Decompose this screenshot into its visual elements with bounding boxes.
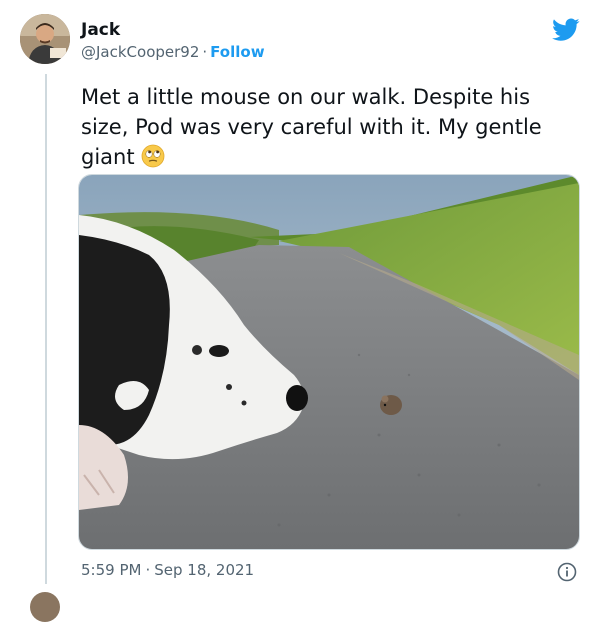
author-handle[interactable]: @JackCooper92 [81, 43, 199, 61]
tweet-card: Jack @JackCooper92 · Follow Met a little m… [0, 0, 600, 622]
tweet-photo[interactable] [78, 174, 580, 550]
rolling-eyes-emoji-icon [141, 144, 164, 168]
next-reply-avatar[interactable] [30, 592, 60, 622]
thread-line [45, 74, 47, 584]
twitter-bird-icon[interactable] [552, 18, 580, 42]
author-avatar[interactable] [20, 14, 70, 64]
tweet-timestamp[interactable]: 5:59 PM · Sep 18, 2021 [81, 561, 254, 579]
timestamp-separator: · [145, 561, 151, 579]
handle-separator: · [202, 43, 208, 61]
tweet-text: Met a little mouse on our walk. Despite … [81, 82, 581, 172]
tweet-time: 5:59 PM [81, 561, 142, 579]
tweet-date: Sep 18, 2021 [154, 561, 255, 579]
author-name[interactable]: Jack [81, 20, 120, 40]
author-handle-row: @JackCooper92 · Follow [81, 43, 265, 61]
follow-button[interactable]: Follow [210, 43, 264, 61]
info-icon[interactable] [557, 562, 577, 582]
